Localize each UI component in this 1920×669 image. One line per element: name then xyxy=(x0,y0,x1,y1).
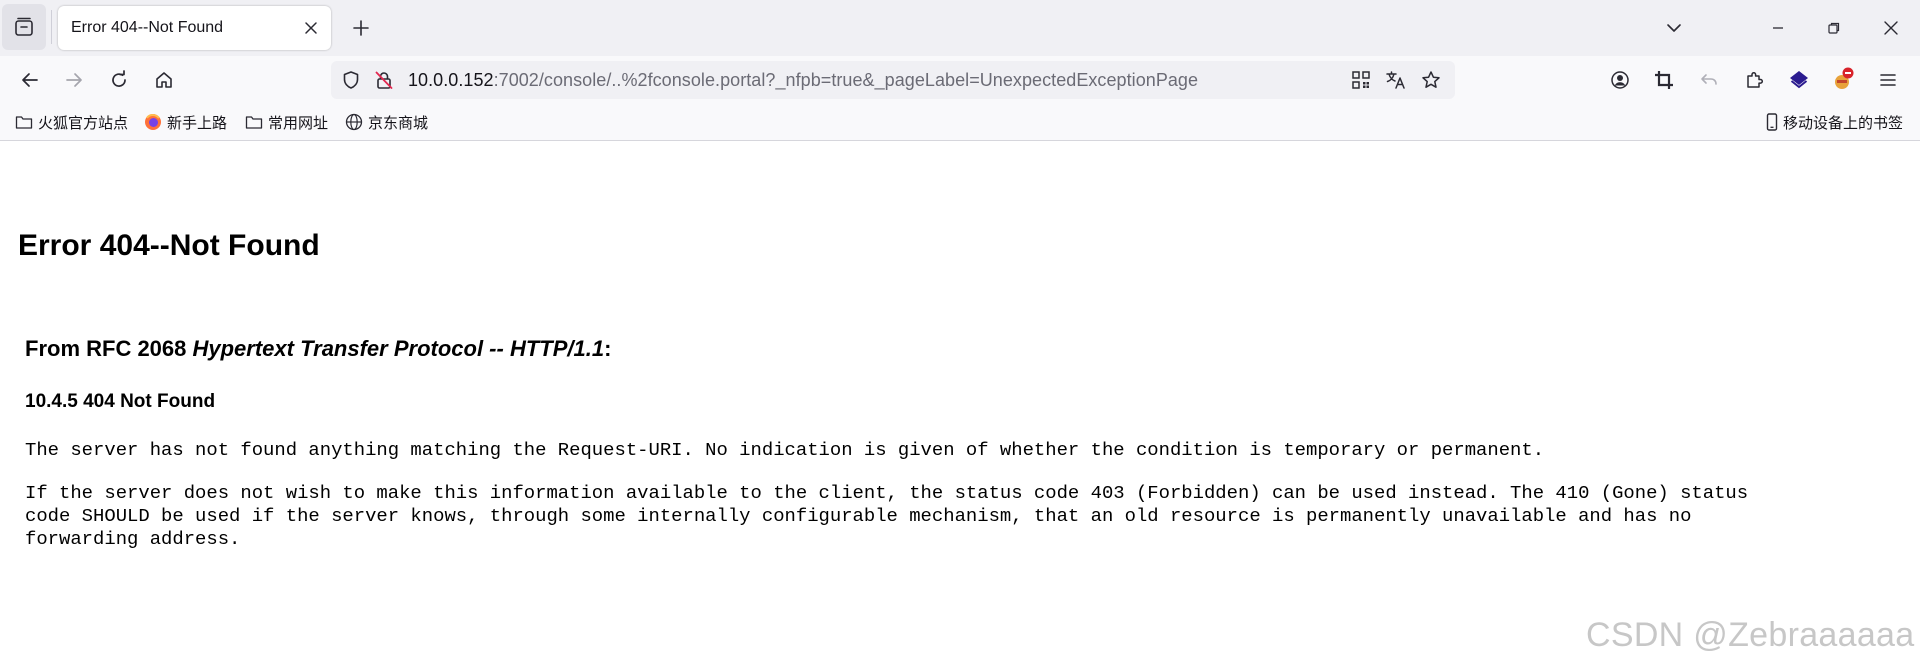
folder-icon xyxy=(245,116,263,129)
forward-button[interactable] xyxy=(58,64,90,96)
rfc-title: Hypertext Transfer Protocol -- HTTP/1.1 xyxy=(192,336,605,361)
insecure-lock-icon xyxy=(375,71,393,89)
reload-icon xyxy=(112,70,126,87)
arrow-left-icon xyxy=(22,73,38,87)
extensions-button[interactable] xyxy=(1738,64,1770,96)
bookmark-item[interactable]: 京东商城 xyxy=(345,112,428,132)
restore-button[interactable] xyxy=(1818,12,1850,44)
tab-close-button[interactable] xyxy=(299,16,323,40)
undo-button[interactable] xyxy=(1693,64,1725,96)
url-text[interactable]: 10.0.0.152:7002/console/..%2fconsole.por… xyxy=(408,70,1198,91)
layers-icon xyxy=(1790,71,1808,89)
chevron-down-icon xyxy=(1667,24,1681,32)
minimize-button[interactable] xyxy=(1762,12,1794,44)
rfc-prefix: From RFC 2068 xyxy=(25,336,193,361)
star-icon xyxy=(1422,71,1440,88)
globe-icon xyxy=(345,113,363,131)
tracking-protection-icon[interactable] xyxy=(339,68,363,92)
shield-icon xyxy=(343,71,359,89)
connection-not-secure-icon[interactable] xyxy=(372,68,396,92)
close-icon xyxy=(305,22,317,34)
watermark: CSDN @Zebraaaaaa xyxy=(1586,616,1915,654)
hamburger-menu-icon xyxy=(1880,74,1896,86)
undo-icon xyxy=(1701,74,1717,85)
plus-icon xyxy=(353,20,369,36)
paragraph-alternative: If the server does not wish to make this… xyxy=(25,482,1748,551)
arrow-right-icon xyxy=(66,73,82,87)
home-icon xyxy=(156,72,172,88)
list-all-tabs-button[interactable] xyxy=(1660,14,1688,42)
bookmark-star-button[interactable] xyxy=(1419,68,1443,92)
mobile-device-icon xyxy=(1766,113,1778,131)
paragraph-line: forwarding address. xyxy=(25,528,241,550)
mobile-bookmarks[interactable]: 移动设备上的书签 xyxy=(1766,112,1903,132)
firefox-view-button[interactable] xyxy=(2,4,46,50)
translate-button[interactable] xyxy=(1384,68,1408,92)
restore-icon xyxy=(1828,22,1840,34)
tab-separator xyxy=(51,10,52,44)
firefox-icon xyxy=(145,114,161,130)
reload-button[interactable] xyxy=(103,64,135,96)
bookmark-item[interactable]: 火狐官方站点 xyxy=(15,112,128,132)
screenshot-button[interactable] xyxy=(1648,64,1680,96)
home-button[interactable] xyxy=(148,64,180,96)
bookmarks-toolbar: 火狐官方站点 新手上路 常用网址 京东商城 移动设备上的书签 xyxy=(0,104,1920,141)
mobile-bookmarks-label: 移动设备上的书签 xyxy=(1783,114,1904,132)
url-bar[interactable]: 10.0.0.152:7002/console/..%2fconsole.por… xyxy=(331,61,1455,99)
paragraph-description: The server has not found anything matchi… xyxy=(25,439,1545,461)
section-heading: 10.4.5 404 Not Found xyxy=(25,391,216,412)
tab-strip: Error 404--Not Found xyxy=(0,0,1920,56)
qr-code-icon xyxy=(1352,71,1370,89)
url-path: :7002/console/..%2fconsole.portal?_nfpb=… xyxy=(493,70,1199,90)
bookmark-item[interactable]: 常用网址 xyxy=(245,112,328,132)
extension-icon xyxy=(1835,67,1854,89)
bookmark-label: 常用网址 xyxy=(268,114,329,132)
app-menu-button[interactable] xyxy=(1872,64,1904,96)
bookmark-label: 火狐官方站点 xyxy=(38,114,129,132)
extension-layers-button[interactable] xyxy=(1783,64,1815,96)
url-host: 10.0.0.152 xyxy=(408,70,494,90)
navigation-toolbar: 10.0.0.152:7002/console/..%2fconsole.por… xyxy=(0,56,1920,104)
bookmark-item[interactable]: 新手上路 xyxy=(144,112,227,132)
rfc-suffix: : xyxy=(604,336,612,361)
account-icon xyxy=(1611,71,1629,89)
folder-icon xyxy=(15,116,33,129)
close-window-button[interactable] xyxy=(1875,12,1907,44)
tab-title: Error 404--Not Found xyxy=(71,19,224,36)
minimize-icon xyxy=(1773,27,1783,29)
rfc-heading: From RFC 2068 Hypertext Transfer Protoco… xyxy=(25,336,611,362)
paragraph-line: code SHOULD be used if the server knows,… xyxy=(25,505,1692,527)
close-icon xyxy=(1884,21,1898,35)
crop-icon xyxy=(1655,71,1673,89)
new-tab-button[interactable] xyxy=(347,14,375,42)
active-tab[interactable]: Error 404--Not Found xyxy=(58,6,331,50)
qr-code-button[interactable] xyxy=(1349,68,1373,92)
translate-icon xyxy=(1386,71,1405,89)
extension-badge-button[interactable] xyxy=(1827,64,1859,96)
bookmark-label: 京东商城 xyxy=(368,114,429,132)
page-title: Error 404--Not Found xyxy=(18,229,320,262)
back-button[interactable] xyxy=(14,64,46,96)
paragraph-line: If the server does not wish to make this… xyxy=(25,482,1749,504)
account-button[interactable] xyxy=(1604,64,1636,96)
page-content: Error 404--Not Found From RFC 2068 Hyper… xyxy=(0,141,1920,669)
firefox-view-icon xyxy=(15,17,33,36)
puzzle-icon xyxy=(1747,71,1764,88)
bookmark-label: 新手上路 xyxy=(167,114,228,132)
